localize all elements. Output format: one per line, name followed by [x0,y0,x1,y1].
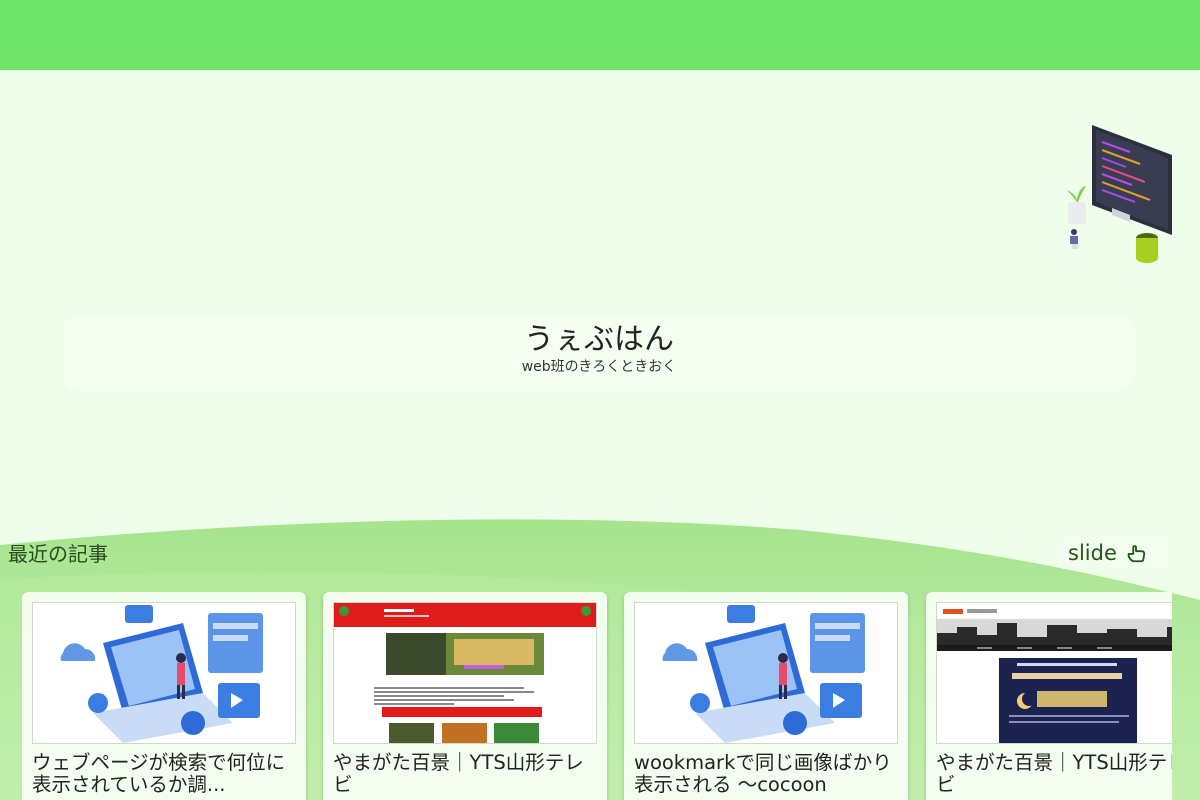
recent-posts-heading: 最近の記事 [8,542,108,566]
post-card[interactable]: やまがた百景｜YTS山形テレビ [323,592,607,800]
night-poster-screenshot [937,603,1172,743]
person-icon [1070,229,1078,249]
hand-pointing-icon [1127,545,1146,563]
mug-icon [1136,233,1158,263]
cms-illustration [33,603,295,743]
recent-posts-carousel: ウェブページが検索で何位に表示されているか調... やまがた百景｜YTS山形テレ… [22,592,1172,800]
post-card[interactable]: ウェブページが検索で何位に表示されているか調... [22,592,306,800]
top-header-bar [0,0,1200,70]
post-card[interactable]: wookmarkで同じ画像ばかり表示される 〜cocoon [624,592,908,800]
plant-icon [1066,186,1086,224]
site-subtitle: web班のきろくときおく [521,359,677,375]
site-title-box: うぇぶはん web班のきろくときおく [64,316,1134,390]
developer-desk-illustration [1066,125,1172,263]
post-title[interactable]: やまがた百景｜YTS山形テレビ [333,752,597,796]
slide-label: slide [1068,541,1117,565]
post-title[interactable]: やまがた百景｜YTS山形テレビ [936,752,1172,796]
site-title[interactable]: うぇぶはん [64,322,1134,358]
yamagata-site-screenshot [334,603,596,743]
post-thumbnail[interactable] [333,602,597,744]
post-thumbnail[interactable] [634,602,898,744]
post-card[interactable]: やまがた百景｜YTS山形テレビ [926,592,1172,800]
post-title[interactable]: ウェブページが検索で何位に表示されているか調... [32,752,296,796]
slide-toggle-button[interactable]: slide [1058,537,1170,569]
post-thumbnail[interactable] [32,602,296,744]
post-thumbnail[interactable] [936,602,1172,744]
monitor-icon [1092,125,1172,235]
post-title[interactable]: wookmarkで同じ画像ばかり表示される 〜cocoon [634,752,898,796]
cms-illustration [635,603,897,743]
